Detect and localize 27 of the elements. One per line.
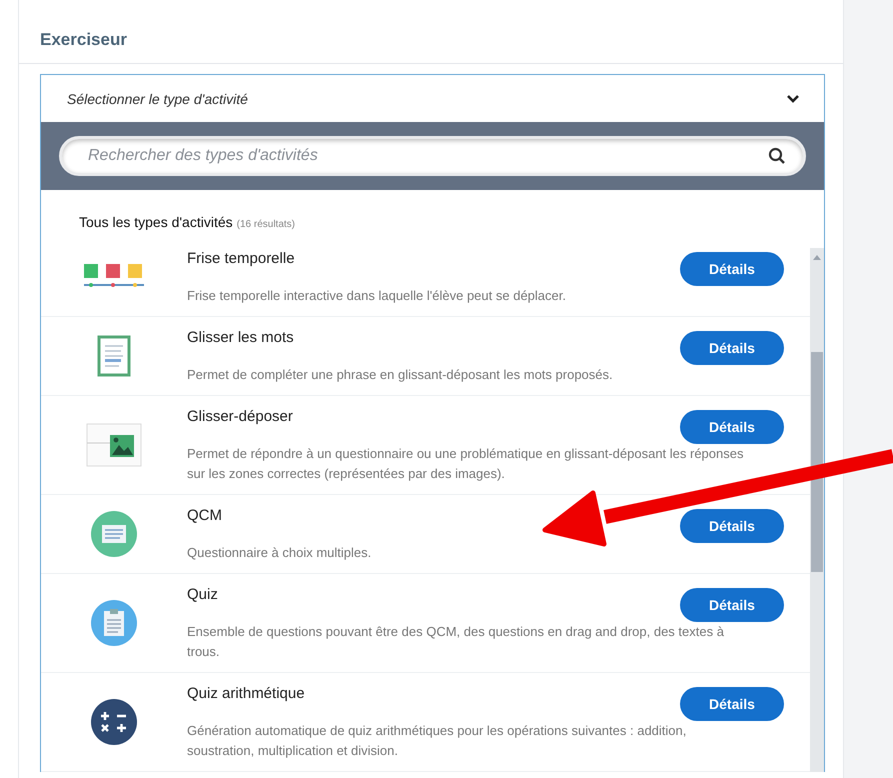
panel-title: Exerciseur — [19, 30, 843, 64]
activity-title: Frise temporelle — [187, 249, 295, 267]
activity-title: Glisser-déposer — [187, 407, 293, 425]
activity-title: Glisser les mots — [187, 328, 294, 346]
activity-description: Questionnaire à choix multiples. — [187, 544, 372, 562]
details-button[interactable]: Détails — [680, 687, 784, 721]
activity-description: Frise temporelle interactive dans laquelle l'élève peut se déplacer. — [187, 287, 567, 305]
activity-row[interactable]: Quiz arithmétique Détails Génération automatique de quiz arithmétiques pour les opérations suivantes : addition, soustration, multiplication et division. — [41, 673, 810, 772]
activity-title: QCM — [187, 506, 222, 524]
search-field[interactable]: Rechercher des types d'activités — [59, 136, 806, 176]
activity-description: Génération automatique de quiz arithmétiques pour les opérations suivantes : addition, soustration, multiplication et division. — [187, 722, 688, 760]
details-button[interactable]: Détails — [680, 410, 784, 444]
activity-row[interactable]: Quiz Détails Ensemble de questions pouvant être des QCM, des questions en drag and drop, des textes à trous. — [41, 574, 810, 673]
activity-description: Permet de compléter une phrase en glissant-déposant les mots proposés. — [187, 366, 614, 384]
list-heading: Tous les types d'activités — [79, 214, 233, 230]
activity-row[interactable]: Glisser-déposer Détails Permet de répondre à un questionnaire ou une problématique en glissant-déposant les réponses sur les zones correctes (représentées par des images). — [41, 396, 810, 495]
result-count: (16 résultats) — [236, 219, 295, 230]
activity-title: Quiz arithmétique — [187, 684, 305, 702]
activity-row[interactable]: Frise temporelle Détails Frise temporelle interactive dans laquelle l'élève peut se déplacer. — [41, 248, 810, 317]
activity-title: Quiz — [187, 585, 218, 603]
details-button[interactable]: Détails — [680, 588, 784, 622]
activity-row[interactable]: Glisser les mots Détails Permet de compléter une phrase en glissant-déposant les mots proposés. — [41, 317, 810, 396]
details-button[interactable]: Détails — [680, 509, 784, 543]
activity-description: Ensemble de questions pouvant être des QCM, des questions en drag and drop, des textes à trous. — [187, 623, 725, 661]
details-button[interactable]: Détails — [680, 252, 784, 286]
details-button[interactable]: Détails — [680, 331, 784, 365]
activity-description: Permet de répondre à un questionnaire ou une problématique en glissant-déposant les réponses sur les zones correctes (représentées par des images). — [187, 445, 744, 483]
